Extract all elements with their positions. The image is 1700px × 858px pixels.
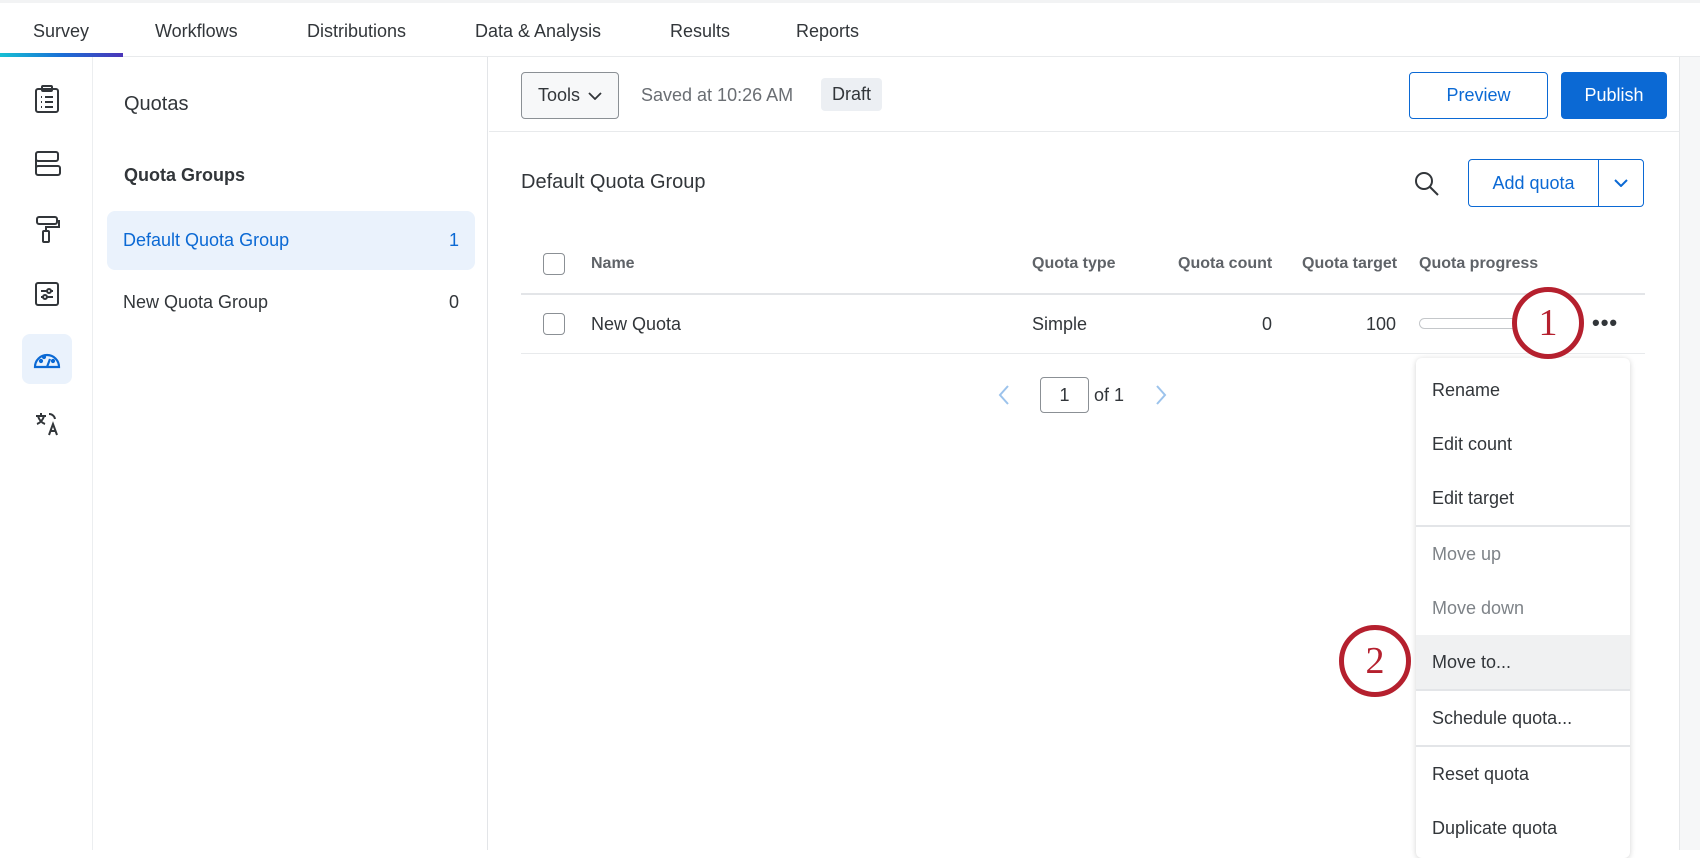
add-quota-split-button: Add quota xyxy=(1468,159,1644,207)
quota-groups-heading: Quota Groups xyxy=(124,165,245,185)
col-quota-type[interactable]: Quota type xyxy=(1032,255,1116,273)
group-count: 1 xyxy=(448,230,459,250)
quota-group-default[interactable]: Default Quota Group 1 xyxy=(107,211,475,270)
quota-name[interactable]: New Quota xyxy=(591,314,681,335)
tab-data-analysis[interactable]: Data & Analysis xyxy=(475,21,601,42)
quotas-gauge-icon[interactable] xyxy=(22,334,72,384)
annotation-step-2: 2 xyxy=(1339,625,1411,697)
quota-actions-menu: Rename Edit count Edit target Move up Mo… xyxy=(1416,358,1630,858)
quota-target: 100 xyxy=(1365,314,1396,334)
menu-item-edit-target[interactable]: Edit target xyxy=(1416,471,1630,525)
survey-options-sliders-icon[interactable] xyxy=(22,269,72,319)
publish-button[interactable]: Publish xyxy=(1561,72,1667,119)
group-count: 0 xyxy=(448,292,459,312)
menu-item-move-to[interactable]: Move to... xyxy=(1416,635,1630,689)
chevron-down-icon xyxy=(588,91,602,100)
menu-item-rename[interactable]: Rename xyxy=(1416,363,1630,417)
quota-count: 0 xyxy=(1261,314,1272,334)
group-title: Default Quota Group xyxy=(521,171,706,193)
draft-badge: Draft xyxy=(821,78,883,111)
col-quota-progress[interactable]: Quota progress xyxy=(1419,255,1538,273)
add-quota-dropdown[interactable] xyxy=(1599,179,1643,187)
tab-results[interactable]: Results xyxy=(670,21,730,42)
menu-item-move-up[interactable]: Move up xyxy=(1416,527,1630,581)
row-checkbox[interactable] xyxy=(543,313,565,335)
survey-clipboard-icon[interactable] xyxy=(22,74,72,124)
search-icon[interactable] xyxy=(1413,170,1441,198)
tab-survey[interactable]: Survey xyxy=(33,21,89,42)
chevron-down-icon xyxy=(1614,179,1628,187)
menu-item-reset-quota[interactable]: Reset quota xyxy=(1416,747,1630,801)
scrollbar[interactable] xyxy=(1679,57,1700,850)
tab-workflows[interactable]: Workflows xyxy=(155,21,238,42)
add-quota-button[interactable]: Add quota xyxy=(1469,160,1599,206)
previous-page-icon[interactable] xyxy=(998,384,1010,406)
select-all-checkbox[interactable] xyxy=(543,253,565,275)
panel-title: Quotas xyxy=(124,93,189,115)
blocks-layout-icon[interactable] xyxy=(22,139,72,189)
page-input[interactable]: 1 xyxy=(1040,377,1089,413)
menu-item-schedule-quota[interactable]: Schedule quota... xyxy=(1416,691,1630,745)
quotas-panel: Quotas Quota Groups Default Quota Group 1… xyxy=(93,57,488,850)
col-name[interactable]: Name xyxy=(591,255,635,273)
tool-rail xyxy=(0,57,93,850)
menu-item-move-down[interactable]: Move down xyxy=(1416,581,1630,635)
next-page-icon[interactable] xyxy=(1155,384,1167,406)
col-quota-target[interactable]: Quota target xyxy=(1302,255,1397,273)
saved-status: Saved at 10:26 AM xyxy=(641,85,794,105)
survey-toolbar: Tools Saved at 10:26 AM Draft Preview Pu… xyxy=(489,57,1679,132)
preview-button[interactable]: Preview xyxy=(1409,72,1548,119)
quota-type: Simple xyxy=(1032,314,1088,334)
tools-label: Tools xyxy=(537,85,581,105)
top-navigation: Survey Workflows Distributions Data & An… xyxy=(0,0,1700,57)
page-total: of 1 xyxy=(1094,385,1125,405)
menu-item-duplicate-quota[interactable]: Duplicate quota xyxy=(1416,801,1630,855)
translate-icon[interactable] xyxy=(22,399,72,449)
tab-distributions[interactable]: Distributions xyxy=(307,21,406,42)
col-quota-count[interactable]: Quota count xyxy=(1178,255,1272,273)
group-name: Default Quota Group xyxy=(123,230,290,250)
group-name: New Quota Group xyxy=(123,292,269,312)
header-divider xyxy=(521,293,1645,295)
annotation-step-1: 1 xyxy=(1512,287,1584,359)
look-and-feel-paint-roller-icon[interactable] xyxy=(22,204,72,254)
menu-item-edit-count[interactable]: Edit count xyxy=(1416,417,1630,471)
row-divider xyxy=(521,353,1645,354)
tab-reports[interactable]: Reports xyxy=(796,21,859,42)
tools-button[interactable]: Tools xyxy=(521,72,619,119)
more-actions-icon[interactable]: ••• xyxy=(1592,310,1618,336)
quota-group-new[interactable]: New Quota Group 0 xyxy=(107,273,475,332)
